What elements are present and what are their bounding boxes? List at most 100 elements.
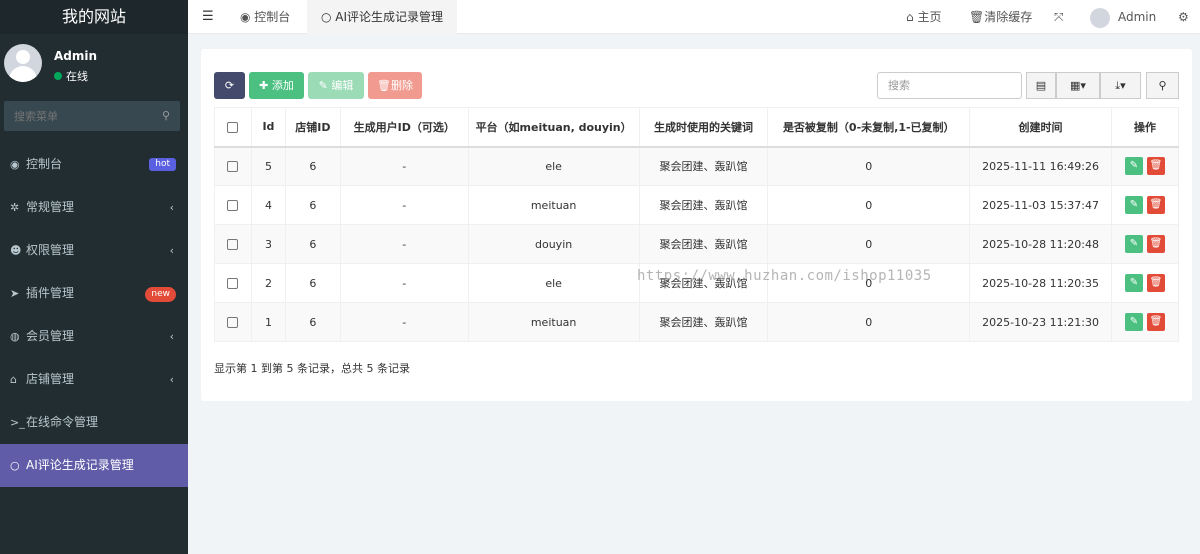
- pencil-icon: ✎: [318, 79, 332, 92]
- table-cell: -: [339, 185, 469, 225]
- home-icon: ⌂: [906, 10, 918, 24]
- sidebar-item-6[interactable]: >_在线命令管理: [0, 401, 188, 444]
- search-icon[interactable]: ⚲: [162, 109, 170, 122]
- tab-dashboard[interactable]: ◉ 控制台: [226, 0, 304, 34]
- edit-row-button[interactable]: ✎: [1124, 196, 1143, 214]
- table-cell: douyin: [467, 224, 640, 264]
- table-row[interactable]: 4 6- meituan 聚会团建、轰趴馆 0 2025-11-03 15:37:47 ✎ 🗑: [214, 185, 1180, 225]
- select-all-header: [214, 107, 252, 148]
- row-checkbox[interactable]: [227, 317, 239, 328]
- sidebar-item-label: 会员管理: [26, 329, 75, 343]
- rocket-icon: ➤: [10, 287, 20, 300]
- circle-icon: ○: [10, 459, 20, 472]
- site-logo[interactable]: 我的网站: [0, 0, 188, 34]
- sidebar-item-3[interactable]: ➤ 插件管理 new: [0, 272, 188, 315]
- column-header[interactable]: Id: [250, 107, 286, 148]
- sidebar-item-0[interactable]: ◉ 控制台 hot: [0, 143, 188, 186]
- edit-row-button[interactable]: ✎: [1124, 157, 1143, 176]
- edit-row-button[interactable]: ✎: [1124, 274, 1143, 292]
- row-actions: ✎ 🗑: [1110, 263, 1180, 303]
- grid-icon: ▦▾: [1070, 79, 1086, 92]
- chevron-left-icon: ‹: [169, 373, 174, 386]
- row-checkbox[interactable]: [227, 278, 239, 289]
- column-header[interactable]: 平台（如meituan, douyin）: [467, 107, 640, 148]
- sidebar-item-4[interactable]: ◍ 会员管理 ‹: [0, 315, 188, 358]
- table-cell: 1: [250, 302, 286, 342]
- table-cell: 2: [250, 263, 286, 303]
- column-header[interactable]: 生成时使用的关键词: [638, 107, 769, 148]
- table-search-input[interactable]: 搜索: [877, 72, 1022, 99]
- table-row[interactable]: 1 6- meituan 聚会团建、轰趴馆 0 2025-10-23 11:21:30 ✎ 🗑: [214, 302, 1180, 342]
- refresh-icon: ⟳: [224, 79, 235, 92]
- column-header[interactable]: 店铺ID: [284, 107, 341, 148]
- row-actions: ✎ 🗑: [1110, 302, 1180, 342]
- sidebar: 我的网站 Admin 在线 ⚲ ◉ 控制台 hot ✲ 常规管理 ‹ ☻ 权限管理 ‹ ➤ 插件管理…: [0, 0, 188, 554]
- trash-icon: 🗑: [377, 79, 391, 92]
- admin-menu[interactable]: Admin: [1090, 0, 1156, 34]
- table-row[interactable]: 5 6- ele 聚会团建、轰趴馆 0 2025-11-11 16:49:26 ✎ 🗑: [214, 146, 1180, 186]
- row-checkbox[interactable]: [227, 161, 239, 173]
- delete-button[interactable]: 🗑删除: [368, 72, 422, 99]
- table-cell: 2025-11-03 15:37:47: [969, 185, 1112, 225]
- column-header[interactable]: 创建时间: [969, 107, 1112, 148]
- table-cell: 5: [250, 146, 286, 186]
- row-checkbox[interactable]: [227, 239, 239, 250]
- table-header-row: Id 店铺ID 生成用户ID（可选） 平台（如meituan, douyin） …: [214, 107, 1180, 148]
- refresh-button[interactable]: ⟳: [214, 72, 245, 99]
- table-cell: 2025-10-28 11:20:35: [969, 263, 1112, 303]
- dashboard-icon: ◉: [240, 10, 255, 24]
- search-icon: ⚲: [1158, 79, 1167, 92]
- menu-toggle-icon[interactable]: ☰: [202, 9, 214, 24]
- delete-row-button[interactable]: 🗑: [1146, 196, 1165, 214]
- sidebar-item-7[interactable]: ○ AI评论生成记录管理: [0, 444, 188, 487]
- table-cell: -: [339, 224, 469, 264]
- row-select-cell: [214, 146, 252, 186]
- home-link[interactable]: ⌂ 主页: [906, 0, 941, 34]
- list-icon: ▤: [1035, 79, 1047, 92]
- table-cell: 6: [284, 224, 341, 264]
- export-button[interactable]: ⤓▾: [1100, 72, 1141, 99]
- table-cell: 0: [767, 146, 971, 186]
- add-button[interactable]: ✚ 添加: [249, 72, 304, 99]
- user-circle-icon: ◍: [10, 330, 20, 343]
- delete-row-button[interactable]: 🗑: [1146, 274, 1165, 292]
- row-checkbox[interactable]: [227, 200, 239, 211]
- column-header[interactable]: 是否被复制（0-未复制,1-已复制）: [767, 107, 971, 148]
- delete-row-button[interactable]: 🗑: [1146, 313, 1165, 331]
- sidebar-item-1[interactable]: ✲ 常规管理 ‹: [0, 186, 188, 229]
- tab-ai-comment-records[interactable]: ○ AI评论生成记录管理: [307, 0, 458, 34]
- columns-button[interactable]: ▦▾: [1056, 72, 1100, 99]
- select-all-checkbox[interactable]: [227, 121, 239, 133]
- sidebar-item-label: 店铺管理: [26, 372, 75, 386]
- row-actions: ✎ 🗑: [1110, 224, 1180, 264]
- sidebar-search-input[interactable]: [4, 101, 180, 131]
- table-row[interactable]: 2 6- ele 聚会团建、轰趴馆 0 2025-10-28 11:20:35 ✎ 🗑: [214, 263, 1180, 303]
- table-row[interactable]: 3 6- douyin 聚会团建、轰趴馆 0 2025-10-28 11:20:48 ✎ 🗑: [214, 224, 1180, 264]
- edit-row-button[interactable]: ✎: [1124, 235, 1143, 253]
- sidebar-item-2[interactable]: ☻ 权限管理 ‹: [0, 229, 188, 272]
- settings-icon[interactable]: ⚙: [1178, 0, 1189, 34]
- delete-row-button[interactable]: 🗑: [1146, 235, 1165, 253]
- toggle-view-button[interactable]: ▤: [1026, 72, 1056, 99]
- table-cell: 聚会团建、轰趴馆: [638, 224, 769, 264]
- table-cell: meituan: [467, 302, 640, 342]
- delete-row-button[interactable]: 🗑: [1146, 157, 1165, 176]
- main-area: ☰ ◉ 控制台 ○ AI评论生成记录管理 ⌂ 主页 🗑清除缓存 ⤧ Admin …: [188, 0, 1200, 554]
- edit-button[interactable]: ✎ 编辑: [308, 72, 364, 99]
- chevron-left-icon: ‹: [169, 244, 174, 257]
- circle-icon: ○: [321, 10, 336, 24]
- clear-cache-link[interactable]: 🗑清除缓存: [969, 0, 1032, 34]
- search-button[interactable]: ⚲: [1146, 72, 1179, 99]
- cogs-icon: ✲: [10, 201, 20, 214]
- user-panel: Admin 在线: [0, 34, 188, 96]
- fullscreen-icon[interactable]: ⤧: [1054, 0, 1064, 34]
- user-name: Admin: [54, 49, 98, 63]
- row-select-cell: [214, 263, 252, 303]
- sidebar-item-5[interactable]: ⌂ 店铺管理 ‹: [0, 358, 188, 401]
- edit-row-button[interactable]: ✎: [1124, 313, 1143, 331]
- export-icon: ⤓▾: [1115, 79, 1126, 92]
- column-header[interactable]: 生成用户ID（可选）: [339, 107, 469, 148]
- terminal-icon: >_: [10, 416, 25, 429]
- sidebar-item-label: AI评论生成记录管理: [26, 458, 134, 472]
- row-select-cell: [214, 185, 252, 225]
